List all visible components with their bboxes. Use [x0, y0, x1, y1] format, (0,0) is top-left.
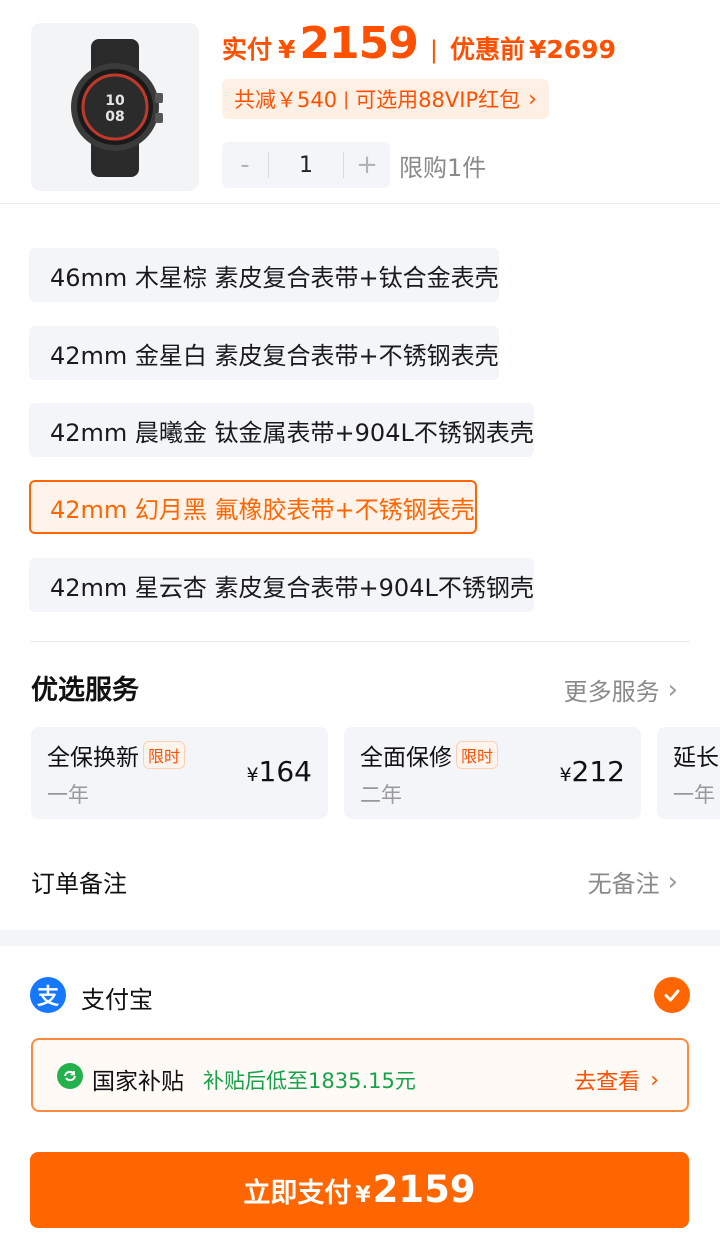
purchase-limit: 限购1件: [399, 154, 487, 182]
service-price: 164: [258, 755, 312, 788]
variant-label: 42mm 幻月黑 氟橡胶表带+不锈钢表壳: [50, 495, 475, 524]
pay-now-button[interactable]: 立即支付 ¥ 2159: [30, 1152, 689, 1228]
service-name: 延长: [673, 745, 719, 771]
section-gap: [0, 930, 720, 946]
pay-label: 实付: [222, 35, 273, 64]
service-currency: ¥: [559, 764, 572, 786]
limited-tag: 限时: [143, 741, 186, 769]
discount-link: 可选用88VIP红包: [355, 88, 521, 112]
variant-option[interactable]: 42mm 晨曦金 钛金属表带+904L不锈钢表壳: [29, 403, 534, 457]
subsidy-label: 国家补贴: [92, 1069, 184, 1095]
subsidy-banner[interactable]: 国家补贴 补贴后低至1835.15元 去查看 ›: [31, 1038, 689, 1112]
more-services-link[interactable]: 更多服务 ›: [564, 672, 678, 707]
pay-button-currency: ¥: [355, 1183, 371, 1208]
subsidy-link-label: 去查看: [574, 1070, 641, 1095]
order-note-label: 订单备注: [31, 870, 127, 898]
order-note-value[interactable]: 无备注 ›: [588, 864, 678, 899]
service-card-partial[interactable]: 延长 一年: [657, 727, 720, 819]
more-services-label: 更多服务: [563, 678, 660, 706]
product-thumbnail: 10 08: [31, 23, 199, 191]
svg-text:08: 08: [105, 109, 124, 125]
section-divider: [30, 641, 690, 642]
increase-button[interactable]: +: [344, 150, 390, 180]
services-title: 优选服务: [31, 675, 139, 706]
alipay-icon: 支: [30, 977, 66, 1013]
service-currency: ¥: [246, 764, 259, 786]
service-name: 全保换新: [47, 745, 139, 771]
service-period: 二年: [360, 783, 402, 807]
svg-text:10: 10: [105, 93, 125, 109]
currency-symbol: ¥: [278, 35, 296, 64]
subsidy-description: 补贴后低至1835.15元: [203, 1069, 416, 1093]
discount-separator: |: [343, 88, 350, 110]
product-header: 10 08 实付 ¥ 2159 | 优惠前 ¥2699 共减￥540 | 可选用…: [0, 0, 720, 204]
chevron-right-icon: ›: [650, 1067, 659, 1093]
variant-label: 42mm 星云杏 素皮复合表带+904L不锈钢壳: [50, 573, 534, 602]
chevron-right-icon: ›: [667, 866, 678, 897]
variant-label: 42mm 金星白 素皮复合表带+不锈钢表壳: [50, 341, 499, 370]
pay-button-label: 立即支付: [243, 1178, 352, 1209]
price-row: 实付 ¥ 2159 | 优惠前 ¥2699: [222, 18, 616, 69]
service-cards: 全保换新 限时 一年 ¥164 全面保修 限时 二年 ¥212 延长 一年: [0, 727, 720, 819]
decrease-button[interactable]: -: [222, 150, 268, 180]
quantity-stepper: - 1 +: [222, 142, 390, 188]
variant-option[interactable]: 46mm 木星棕 素皮复合表带+钛合金表壳: [29, 248, 499, 302]
chevron-right-icon: ›: [667, 674, 678, 705]
pay-button-amount: 2159: [372, 1168, 476, 1211]
order-note-text: 无备注: [587, 870, 660, 898]
limited-tag: 限时: [456, 741, 499, 769]
service-card[interactable]: 全面保修 限时 二年 ¥212: [344, 727, 641, 819]
variant-option[interactable]: 42mm 金星白 素皮复合表带+不锈钢表壳: [29, 326, 499, 380]
pay-amount: 2159: [299, 18, 418, 69]
variant-label: 42mm 晨曦金 钛金属表带+904L不锈钢表壳: [50, 418, 534, 447]
subsidy-icon: [57, 1063, 83, 1089]
service-price: 212: [571, 755, 625, 788]
check-icon[interactable]: [654, 977, 690, 1013]
service-card[interactable]: 全保换新 限时 一年 ¥164: [31, 727, 328, 819]
discount-banner[interactable]: 共减￥540 | 可选用88VIP红包 ›: [222, 79, 549, 119]
subsidy-view-link[interactable]: 去查看 ›: [574, 1064, 659, 1096]
watch-thumbnail: 10 08: [71, 39, 163, 177]
service-name: 全面保修: [360, 745, 452, 771]
original-price-label: 优惠前: [449, 35, 525, 64]
original-price: ¥2699: [529, 35, 616, 64]
discount-text: 共减￥540: [234, 88, 338, 112]
service-period: 一年: [47, 783, 89, 807]
variant-option[interactable]: 42mm 星云杏 素皮复合表带+904L不锈钢壳: [29, 558, 534, 612]
chevron-right-icon: ›: [528, 86, 537, 112]
variant-option-selected[interactable]: 42mm 幻月黑 氟橡胶表带+不锈钢表壳: [29, 480, 477, 534]
service-period: 一年: [673, 783, 715, 807]
payment-method-label[interactable]: 支付宝: [81, 980, 153, 1015]
variant-label: 46mm 木星棕 素皮复合表带+钛合金表壳: [50, 263, 499, 292]
quantity-value[interactable]: 1: [269, 153, 343, 178]
price-separator: |: [429, 36, 438, 64]
